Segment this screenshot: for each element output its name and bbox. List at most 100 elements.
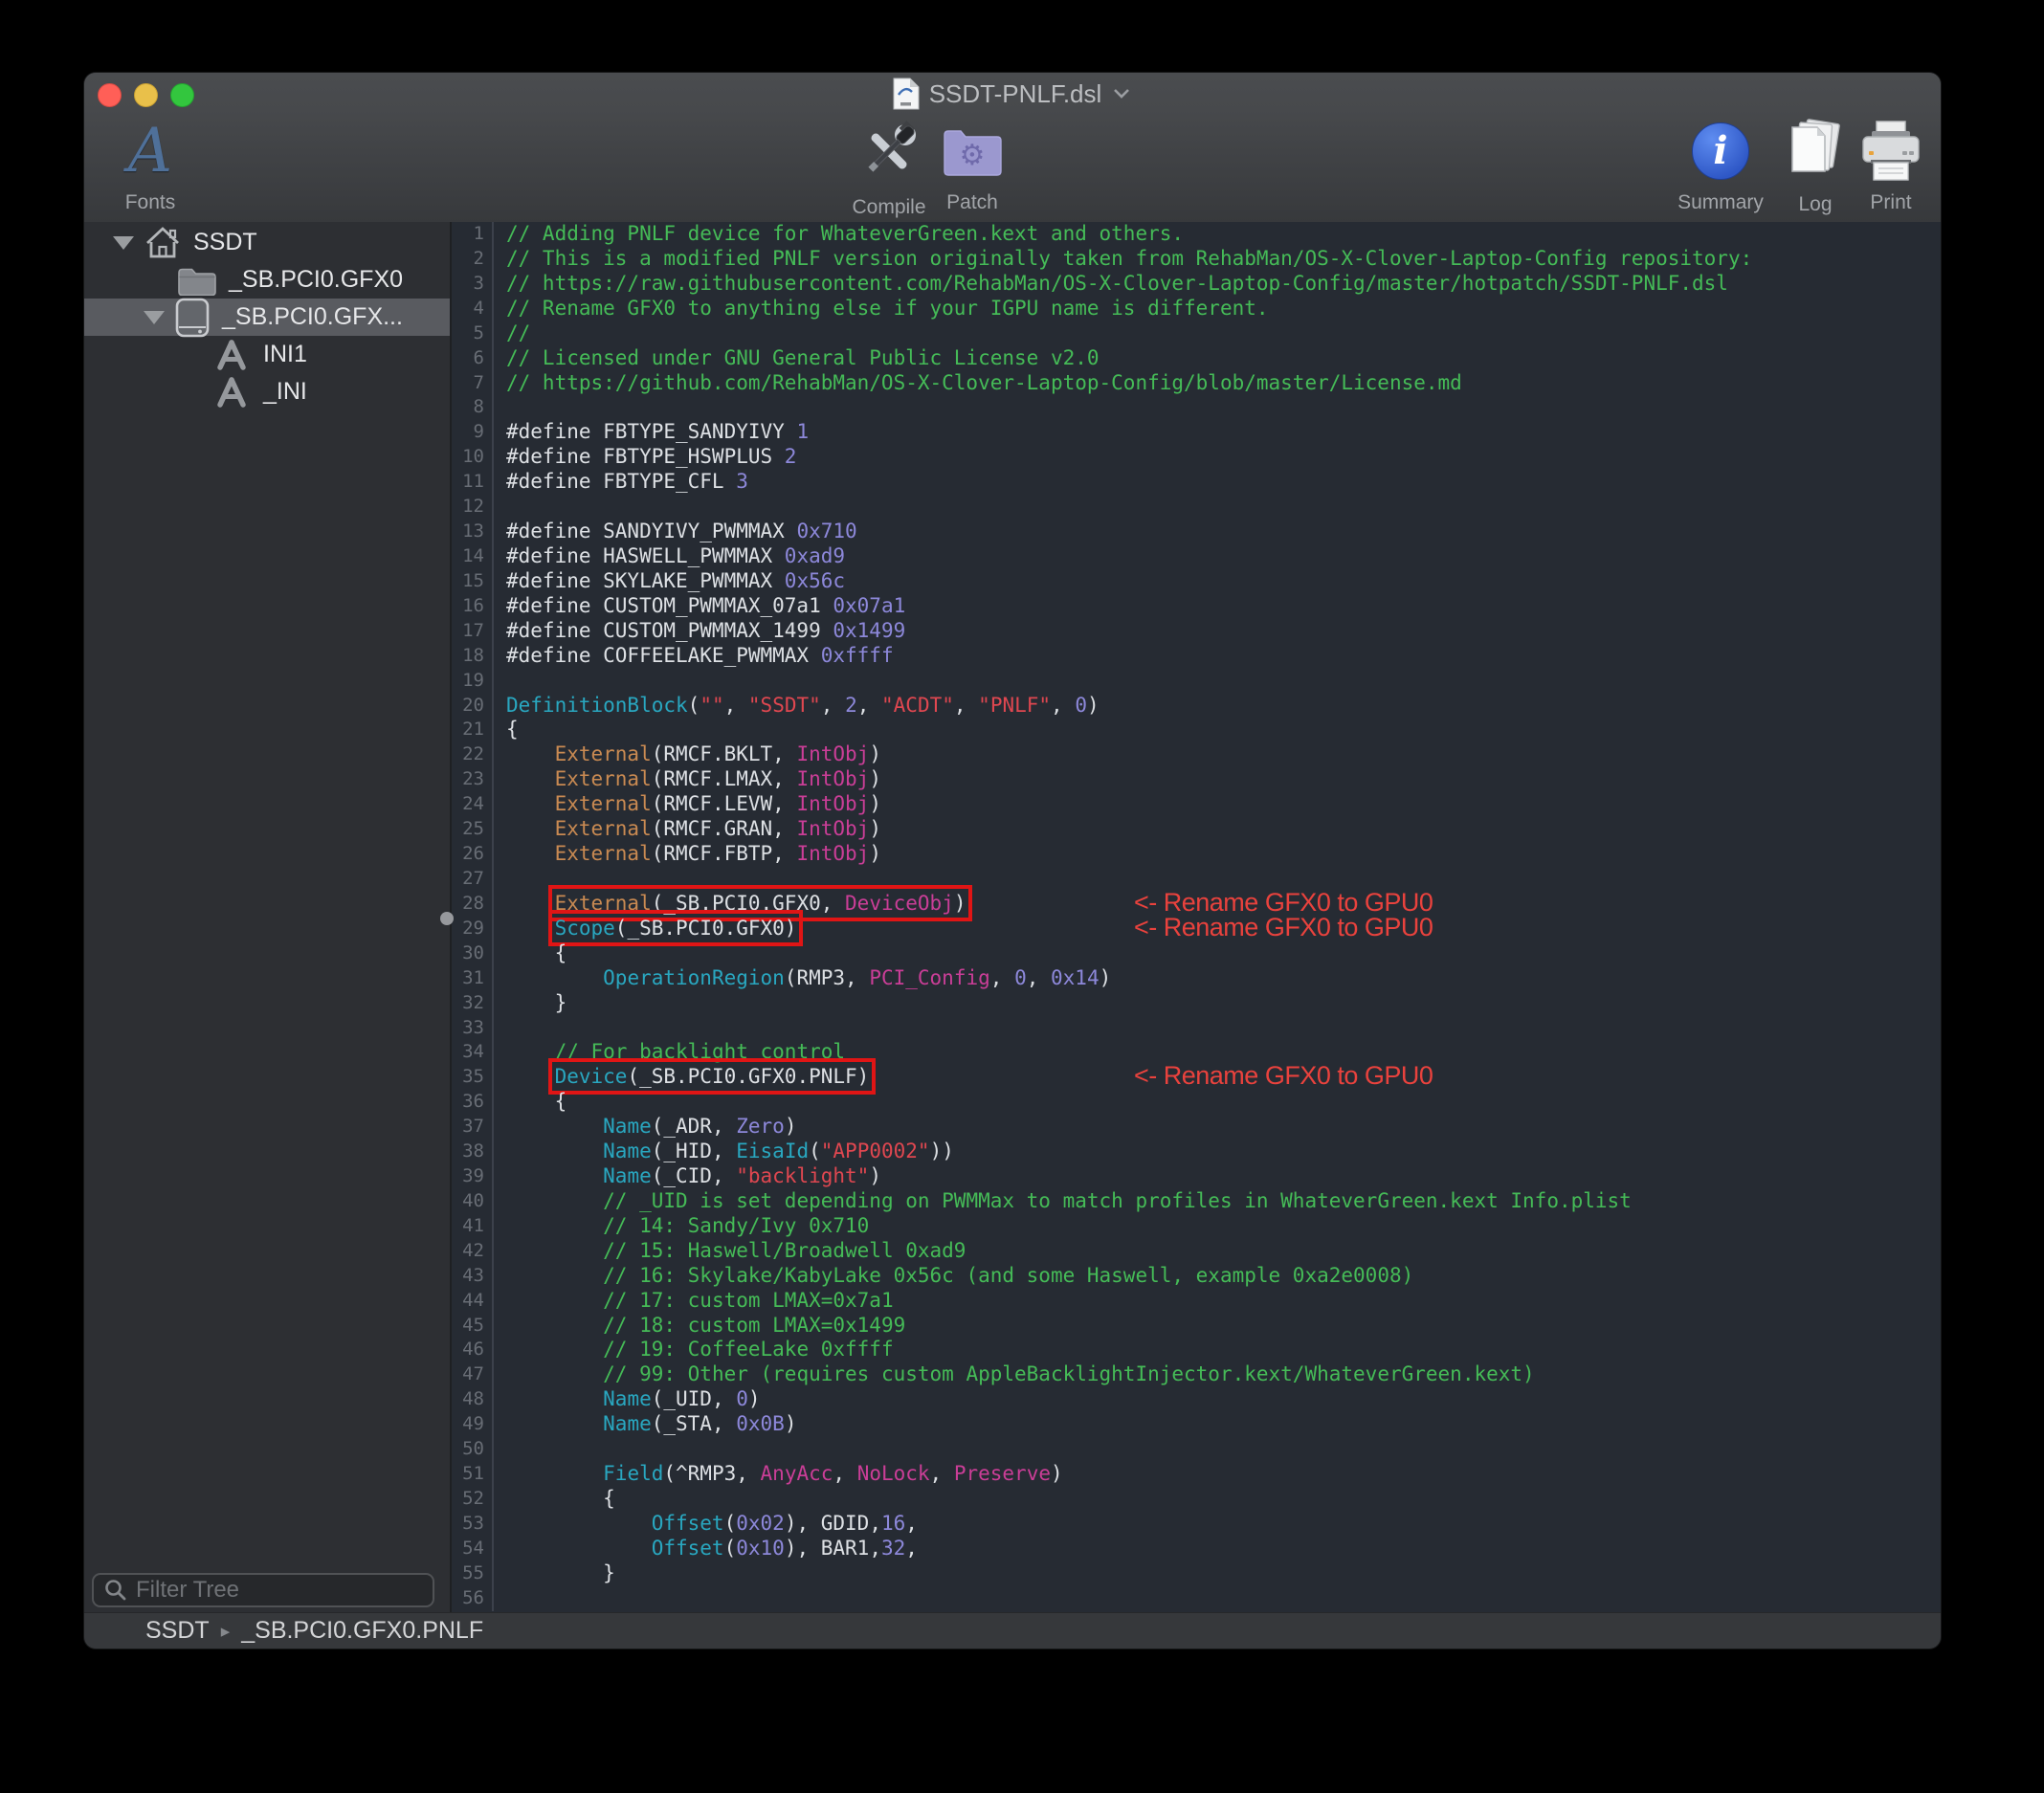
code-line: 30 { [452,941,1941,966]
line-number: 47 [452,1362,494,1387]
code-line: 4// Rename GFX0 to anything else if your… [452,297,1941,321]
tree-item-label: INI1 [263,341,307,368]
line-number: 25 [452,817,494,842]
line-number: 20 [452,694,494,719]
line-number: 55 [452,1561,494,1586]
tree-item-sb-pci0-gfx0[interactable]: _SB.PCI0.GFX0 [84,261,450,299]
line-number: 11 [452,470,494,495]
line-number: 38 [452,1140,494,1164]
code-line-content: Name(_CID, "backlight") [494,1164,881,1189]
chevron-down-icon[interactable] [1111,87,1132,100]
code-line-content: { [494,718,519,742]
code-line-content: DefinitionBlock("", "SSDT", 2, "ACDT", "… [494,694,1100,719]
code-line: 36 { [452,1090,1941,1115]
folder-icon [177,265,217,296]
line-number: 22 [452,742,494,767]
rename-annotation: <- Rename GFX0 to GPU0 [1134,916,1433,941]
code-line: 50 [452,1437,1941,1462]
tree-item-ssdt[interactable]: SSDT [84,224,450,261]
print-printer-icon [1859,121,1922,182]
line-number: 15 [452,569,494,594]
code-line: 13#define SANDYIVY_PWMMAX 0x710 [452,520,1941,544]
filter-tree-input[interactable]: Filter Tree [92,1573,434,1607]
line-number: 39 [452,1164,494,1189]
code-line: 23 External(RMCF.LMAX, IntObj) [452,767,1941,792]
code-line-content: // This is a modified PNLF version origi… [494,247,1752,272]
code-line-content: #define COFFEELAKE_PWMMAX 0xffff [494,644,894,669]
print-button[interactable]: Print [1819,115,1941,214]
code-line-content: { [494,1487,615,1512]
code-line-content: Name(_UID, 0) [494,1387,761,1412]
code-line: 22 External(RMCF.BKLT, IntObj) [452,742,1941,767]
code-line-content: #define FBTYPE_HSWPLUS 2 [494,445,796,470]
code-line: 41 // 14: Sandy/Ivy 0x710 [452,1214,1941,1239]
window-title: SSDT-PNLF.dsl [929,79,1102,109]
code-line: 44 // 17: custom LMAX=0x7a1 [452,1289,1941,1314]
line-number: 13 [452,520,494,544]
rename-highlight-box: Scope(_SB.PCI0.GFX0) [555,917,797,940]
code-line-content: // For backlight control [494,1040,845,1065]
line-number: 9 [452,420,494,445]
code-line-content: External(RMCF.GRAN, IntObj) [494,817,881,842]
line-number: 48 [452,1387,494,1412]
code-line: 3// https://raw.githubusercontent.com/Re… [452,272,1941,297]
line-number: 51 [452,1462,494,1487]
code-line: 1// Adding PNLF device for WhateverGreen… [452,222,1941,247]
tree-item-ini1[interactable]: INI1 [84,336,450,373]
code-line-content [494,669,519,694]
code-line: 43 // 16: Skylake/KabyLake 0x56c (and so… [452,1264,1941,1289]
code-line-content: Name(_ADR, Zero) [494,1115,796,1140]
window-title-group[interactable]: SSDT-PNLF.dsl [84,73,1941,115]
code-line-content [494,867,519,892]
code-line-content: #define CUSTOM_PWMMAX_1499 0x1499 [494,619,905,644]
disclosure-triangle-icon[interactable] [144,311,165,324]
code-line: 49 Name(_STA, 0x0B) [452,1412,1941,1437]
code-line-content: #define SKYLAKE_PWMMAX 0x56c [494,569,845,594]
code-line: 24 External(RMCF.LEVW, IntObj) [452,792,1941,817]
summary-info-icon: i [1692,122,1749,180]
fonts-button[interactable]: A Fonts [84,115,222,214]
code-line: 16#define CUSTOM_PWMMAX_07a1 0x07a1 [452,594,1941,619]
code-line: 6// Licensed under GNU General Public Li… [452,346,1941,371]
code-editor[interactable]: 1// Adding PNLF device for WhateverGreen… [452,222,1941,1613]
line-number: 50 [452,1437,494,1462]
home-icon [144,225,182,261]
line-number: 12 [452,495,494,520]
code-line-content: Scope(_SB.PCI0.GFX0)<- Rename GFX0 to GP… [494,917,796,941]
code-line: 51 Field(^RMP3, AnyAcc, NoLock, Preserve… [452,1462,1941,1487]
code-line-content: Name(_HID, EisaId("APP0002")) [494,1140,954,1164]
code-line-content [494,1016,519,1041]
code-line-content [494,1437,519,1462]
code-line: 31 OperationRegion(RMP3, PCI_Config, 0, … [452,966,1941,991]
line-marker-dot [440,912,454,925]
disclosure-triangle-icon[interactable] [113,236,134,250]
code-line: 29 Scope(_SB.PCI0.GFX0)<- Rename GFX0 to… [452,917,1941,941]
line-number: 44 [452,1289,494,1314]
line-number: 56 [452,1586,494,1611]
line-number: 2 [452,247,494,272]
code-line-content: #define FBTYPE_SANDYIVY 1 [494,420,809,445]
line-number: 43 [452,1264,494,1289]
code-line: 25 External(RMCF.GRAN, IntObj) [452,817,1941,842]
rename-highlight-box: Device(_SB.PCI0.GFX0.PNLF) [555,1065,870,1088]
path-statusbar: SSDT ▸ _SB.PCI0.GFX0.PNLF [84,1612,1941,1649]
code-line-content: #define SANDYIVY_PWMMAX 0x710 [494,520,857,544]
code-line-content: #define FBTYPE_CFL 3 [494,470,748,495]
tree-item-label: _SB.PCI0.GFX... [222,303,403,331]
line-number: 30 [452,941,494,966]
code-line: 18#define COFFEELAKE_PWMMAX 0xffff [452,644,1941,669]
line-number: 21 [452,718,494,742]
filter-placeholder: Filter Tree [136,1577,239,1604]
code-line: 7// https://github.com/RehabMan/OS-X-Clo… [452,371,1941,396]
tree-item-ini[interactable]: _INI [84,373,450,410]
patch-button[interactable]: ⚙ Patch [900,115,1044,214]
code-line: 45 // 18: custom LMAX=0x1499 [452,1314,1941,1339]
code-line-content: { [494,1090,567,1115]
tree-item-sb-pci0-gfx0-pnlf[interactable]: _SB.PCI0.GFX... [84,299,450,336]
line-number: 28 [452,892,494,917]
code-line: 10#define FBTYPE_HSWPLUS 2 [452,445,1941,470]
line-number: 8 [452,395,494,420]
code-line-content: } [494,1561,615,1586]
code-line-content: // Licensed under GNU General Public Lic… [494,346,1100,371]
navigator-sidebar: SSDT _SB.PCI0.GFX0 [84,222,452,1613]
